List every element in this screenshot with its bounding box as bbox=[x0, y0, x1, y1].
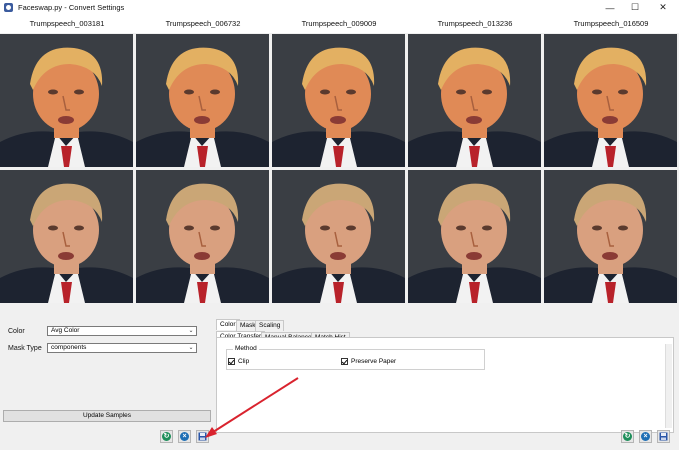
reset-button-right[interactable]: × bbox=[639, 430, 652, 443]
clip-label: Clip bbox=[238, 358, 250, 365]
method-group: Method Clip Preserve Paper bbox=[226, 345, 485, 370]
column-header: Trumpspeech_009009 bbox=[301, 19, 377, 28]
swapped-face-tile bbox=[0, 170, 133, 303]
refresh-button[interactable]: ↻ bbox=[160, 430, 173, 443]
preview-grid bbox=[0, 34, 679, 304]
title-bar: Faceswap.py - Convert Settings — ☐ ✕ bbox=[0, 0, 679, 15]
save-button-right[interactable] bbox=[657, 430, 670, 443]
chevron-down-icon: ⌄ bbox=[188, 345, 194, 351]
preview-column-headers: Trumpspeech_003181 Trumpspeech_006732 Tr… bbox=[0, 15, 679, 33]
window-title: Faceswap.py - Convert Settings bbox=[18, 3, 125, 12]
checkmark-icon bbox=[341, 358, 348, 365]
close-button[interactable]: ✕ bbox=[652, 0, 674, 15]
pane-scrollbar[interactable] bbox=[665, 344, 672, 428]
swapped-face-tile bbox=[544, 170, 677, 303]
preserve-paper-label: Preserve Paper bbox=[351, 358, 397, 365]
save-icon bbox=[198, 432, 207, 441]
method-title: Method bbox=[233, 345, 259, 352]
reset-icon: × bbox=[641, 432, 650, 441]
app-icon bbox=[4, 3, 13, 12]
mask-type-label: Mask Type bbox=[8, 345, 42, 352]
original-face-tile bbox=[408, 34, 541, 167]
checkmark-icon bbox=[228, 358, 235, 365]
color-select[interactable]: Avg Color ⌄ bbox=[47, 326, 197, 336]
column-header: Trumpspeech_013236 bbox=[437, 19, 513, 28]
original-face-tile bbox=[0, 34, 133, 167]
column-header: Trumpspeech_006732 bbox=[165, 19, 241, 28]
mask-type-select[interactable]: components ⌄ bbox=[47, 343, 197, 353]
save-icon bbox=[659, 432, 668, 441]
refresh-icon: ↻ bbox=[623, 432, 632, 441]
maximize-button[interactable]: ☐ bbox=[624, 0, 646, 15]
swapped-face-tile bbox=[272, 170, 405, 303]
refresh-button-right[interactable]: ↻ bbox=[621, 430, 634, 443]
color-select-value: Avg Color bbox=[51, 327, 80, 334]
original-face-tile bbox=[544, 34, 677, 167]
column-header: Trumpspeech_003181 bbox=[29, 19, 105, 28]
chevron-down-icon: ⌄ bbox=[188, 328, 194, 334]
swapped-face-tile bbox=[136, 170, 269, 303]
color-label: Color bbox=[8, 328, 25, 335]
preserve-paper-checkbox[interactable]: Preserve Paper bbox=[341, 358, 396, 365]
original-face-tile bbox=[272, 34, 405, 167]
update-samples-button[interactable]: Update Samples bbox=[3, 410, 211, 422]
settings-panel: Color Avg Color ⌄ Mask Type components ⌄… bbox=[0, 306, 679, 450]
tab-scaling[interactable]: Scaling bbox=[255, 320, 285, 331]
column-header: Trumpspeech_016509 bbox=[573, 19, 649, 28]
reset-icon: × bbox=[180, 432, 189, 441]
minimize-button[interactable]: — bbox=[599, 0, 621, 15]
reset-button[interactable]: × bbox=[178, 430, 191, 443]
original-face-tile bbox=[136, 34, 269, 167]
clip-checkbox[interactable]: Clip bbox=[228, 358, 249, 365]
mask-type-select-value: components bbox=[51, 344, 87, 351]
color-transfer-pane: Method Clip Preserve Paper bbox=[216, 337, 674, 433]
refresh-icon: ↻ bbox=[162, 432, 171, 441]
save-button[interactable] bbox=[196, 430, 209, 443]
swapped-face-tile bbox=[408, 170, 541, 303]
